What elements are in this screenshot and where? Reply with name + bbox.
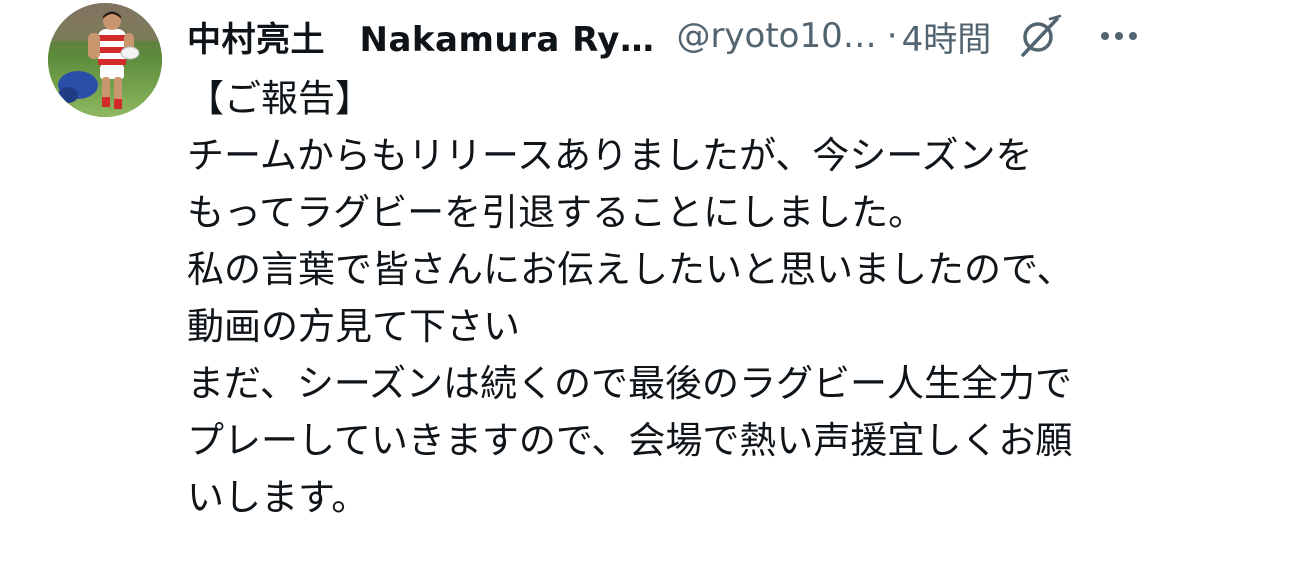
- more-dots-icon: [1101, 32, 1138, 40]
- separator-dot: ·: [886, 16, 898, 56]
- display-name[interactable]: 中村亮土 Nakamura Ry…: [187, 12, 654, 61]
- tweet-header: 中村亮土 Nakamura Ry… @ryoto10… · 4時間: [187, 8, 1287, 64]
- more-options-icon[interactable]: [1097, 14, 1141, 58]
- grok-icon[interactable]: [1015, 11, 1065, 61]
- tweet-body: 【ご報告】 チームからもリリースありましたが、今シーズンを もってラグビーを引退…: [187, 70, 1277, 526]
- tweet-body-line: チームからもリリースありましたが、今シーズンを: [187, 134, 1033, 177]
- grok-slash-circle-icon: [1021, 14, 1062, 57]
- avatar[interactable]: [48, 3, 162, 117]
- user-handle[interactable]: @ryoto10…: [676, 16, 876, 56]
- tweet-body-line: 【ご報告】: [187, 77, 372, 120]
- timestamp[interactable]: 4時間: [902, 12, 992, 61]
- rugby-player-avatar-icon: [48, 3, 162, 117]
- tweet-body-line: 動画の方見て下さい: [187, 305, 520, 348]
- tweet-body-line: プレーしていきますので、会場で熱い声援宜しくお願: [187, 419, 1073, 462]
- tweet-body-line: 私の言葉で皆さんにお伝えしたいと思いましたので、: [187, 248, 1074, 291]
- tweet-body-line: まだ、シーズンは続くので最後のラグビー人生全力で: [187, 362, 1073, 405]
- tweet-body-line: いします。: [187, 476, 369, 519]
- tweet[interactable]: 中村亮土 Nakamura Ry… @ryoto10… · 4時間 【ご報告】 …: [0, 0, 1300, 570]
- tweet-body-line: もってラグビーを引退することにしました。: [187, 191, 926, 234]
